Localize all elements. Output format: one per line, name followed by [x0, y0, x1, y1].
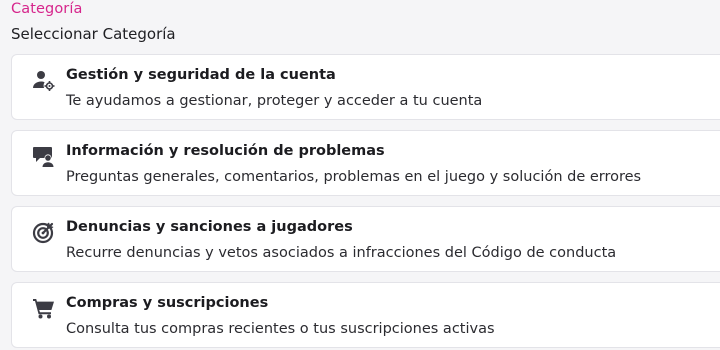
target-icon [32, 220, 56, 244]
category-description: Consulta tus compras recientes o tus sus… [66, 321, 495, 337]
account-settings-icon [32, 68, 56, 92]
category-description: Recurre denuncias y vetos asociados a in… [66, 245, 617, 261]
category-card-purchases[interactable]: Compras y suscripciones Consulta tus com… [11, 282, 720, 348]
category-card-troubleshooting[interactable]: Información y resolución de problemas Pr… [11, 130, 720, 196]
category-title: Gestión y seguridad de la cuenta [66, 67, 336, 83]
category-selector: Categoría Seleccionar Categoría Gestión … [0, 0, 720, 350]
support-chat-icon [32, 144, 56, 168]
select-category-heading: Seleccionar Categoría [11, 25, 176, 43]
category-description: Preguntas generales, comentarios, proble… [66, 169, 642, 185]
category-title: Compras y suscripciones [66, 295, 269, 311]
category-title: Información y resolución de problemas [66, 143, 385, 159]
category-description: Te ayudamos a gestionar, proteger y acce… [66, 93, 483, 109]
category-card-reports[interactable]: Denuncias y sanciones a jugadores Recurr… [11, 206, 720, 272]
category-label: Categoría [11, 1, 83, 17]
category-card-account[interactable]: Gestión y seguridad de la cuenta Te ayud… [11, 54, 720, 120]
shopping-cart-icon [32, 296, 56, 320]
category-title: Denuncias y sanciones a jugadores [66, 219, 353, 235]
